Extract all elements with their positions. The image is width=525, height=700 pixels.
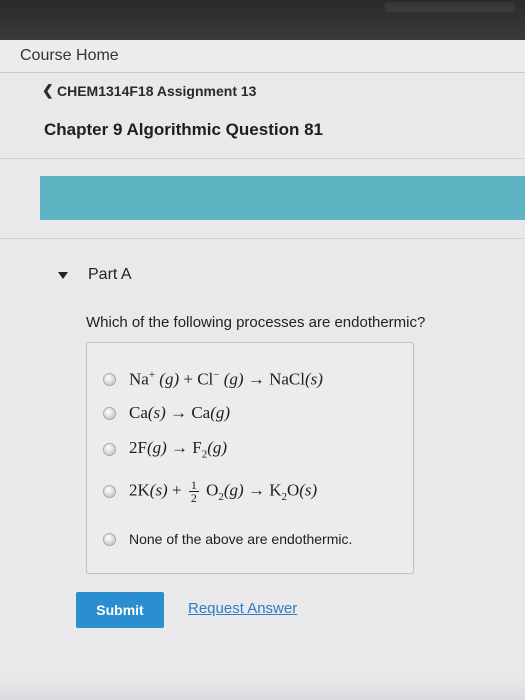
breadcrumb[interactable]: ❮ CHEM1314F18 Assignment 13	[42, 82, 256, 99]
radio-button[interactable]	[103, 532, 116, 546]
answer-options: Na+ (g) + Cl− (g) → NaCl(s) Ca(s) → Ca(g…	[86, 342, 414, 574]
page-title: Chapter 9 Algorithmic Question 81	[44, 120, 323, 139]
option-equation: 2K(s) + 1 2 O2(g) → K2O(s)	[129, 477, 318, 505]
radio-button[interactable]	[103, 442, 116, 456]
bottom-fade	[0, 676, 525, 700]
breadcrumb-assignment-label: CHEM1314F18 Assignment 13	[57, 82, 257, 99]
option-ca-sublimation[interactable]: Ca(s) → Ca(g)	[103, 399, 230, 427]
triangle-down-icon[interactable]	[58, 272, 68, 279]
option-k2o-formation[interactable]: 2K(s) + 1 2 O2(g) → K2O(s)	[103, 477, 317, 505]
browser-top-bar	[0, 0, 525, 40]
chevron-left-icon: ❮	[42, 82, 54, 98]
fraction-one-half: 1 2	[188, 477, 199, 505]
option-equation: 2F(g) → F2(g)	[129, 437, 228, 461]
option-text: None of the above are endothermic.	[129, 531, 353, 547]
option-f2-formation[interactable]: 2F(g) → F2(g)	[103, 435, 227, 463]
part-a-label[interactable]: Part A	[88, 266, 132, 284]
option-none-endothermic[interactable]: None of the above are endothermic.	[103, 525, 352, 553]
info-band	[40, 176, 525, 220]
option-equation: Na+ (g) + Cl− (g) → NaCl(s)	[129, 368, 323, 389]
submit-button[interactable]: Submit	[76, 592, 164, 628]
top-bar-glare	[385, 2, 515, 12]
question-text: Which of the following processes are end…	[86, 314, 426, 331]
radio-button[interactable]	[103, 372, 116, 386]
divider	[0, 238, 525, 239]
course-nav-bar: Course Home	[0, 40, 525, 73]
radio-button[interactable]	[103, 484, 116, 498]
option-equation: Ca(s) → Ca(g)	[129, 403, 231, 422]
radio-button[interactable]	[103, 406, 116, 420]
option-nacl-formation[interactable]: Na+ (g) + Cl− (g) → NaCl(s)	[103, 365, 323, 393]
course-home-link[interactable]: Course Home	[20, 47, 119, 65]
divider	[0, 158, 525, 159]
request-answer-link[interactable]: Request Answer	[188, 600, 297, 617]
